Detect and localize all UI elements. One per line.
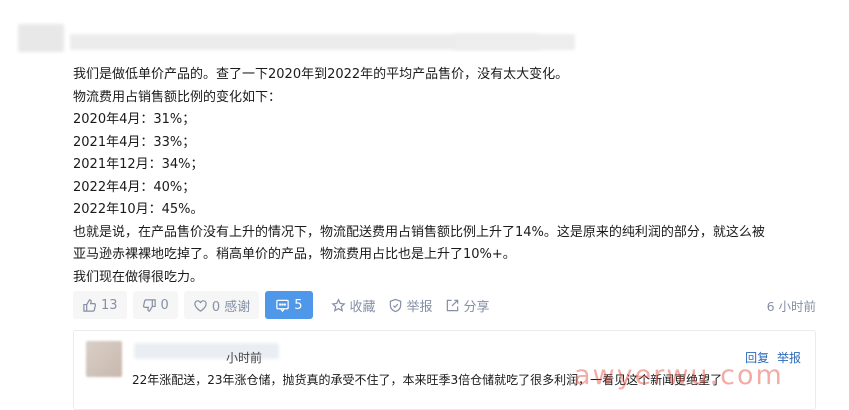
favorite-label: 收藏 xyxy=(349,299,376,315)
share-icon xyxy=(446,299,458,311)
share-button[interactable]: 分享 xyxy=(445,296,490,315)
shield-icon xyxy=(389,298,401,312)
author-info-blur-2 xyxy=(455,34,575,50)
post-time: 6 小时前 xyxy=(766,298,816,314)
share-label: 分享 xyxy=(463,299,490,315)
favorite-button[interactable]: 收藏 xyxy=(330,296,376,315)
report-label: 举报 xyxy=(406,299,433,315)
post-line: 我们是做低单价产品的。查了一下2020年到2022年的平均产品售价，没有太大变化… xyxy=(73,67,569,82)
downvote-count: 0 xyxy=(160,297,169,313)
thumbs-up-icon xyxy=(83,298,97,312)
downvote-button[interactable]: 0 xyxy=(132,291,178,319)
heart-icon xyxy=(194,299,207,312)
comment-count: 5 xyxy=(294,297,303,313)
upvote-button[interactable]: 13 xyxy=(73,291,127,319)
post-line: 也就是说，在产品售价没有上升的情况下，物流配送费用占销售额比例上升了14%。这是… xyxy=(73,224,765,240)
thanks-button[interactable]: 0 感谢 xyxy=(183,291,260,319)
post-line: 物流费用占销售额比例的变化如下： xyxy=(73,89,282,105)
watermark-text: awyerwu.com xyxy=(574,360,784,391)
post-line: 我们现在做得很吃力。 xyxy=(73,269,204,285)
thanks-label: 0 感谢 xyxy=(211,299,251,315)
comment-button[interactable]: 5 xyxy=(265,291,313,319)
thumbs-down-icon xyxy=(142,298,156,312)
reply-time: 小时前 xyxy=(226,351,263,365)
post-line: 2022年4月：40%； xyxy=(73,179,196,195)
star-icon xyxy=(330,297,346,312)
comment-icon xyxy=(276,299,289,312)
post-content: 我们是做低单价产品的。查了一下2020年到2022年的平均产品售价，没有太大变化… xyxy=(73,64,833,289)
post-line: 亚马逊赤裸裸地吃掉了。稍高单价的产品，物流费用占比也是上升了10%+。 xyxy=(73,247,516,262)
post-actions: 13 0 0 感谢 5 收藏 举报 分享 6 小时前 xyxy=(73,291,833,319)
author-avatar-blur xyxy=(18,24,64,52)
post-line: 2021年12月：34%； xyxy=(73,157,204,172)
post-line: 2020年4月：31%； xyxy=(73,112,196,127)
avatar xyxy=(86,341,122,377)
post-line: 2021年4月：33%； xyxy=(73,134,196,150)
upvote-count: 13 xyxy=(101,297,118,313)
report-button[interactable]: 举报 xyxy=(388,296,433,315)
post-line: 2022年10月：45%。 xyxy=(73,202,204,217)
